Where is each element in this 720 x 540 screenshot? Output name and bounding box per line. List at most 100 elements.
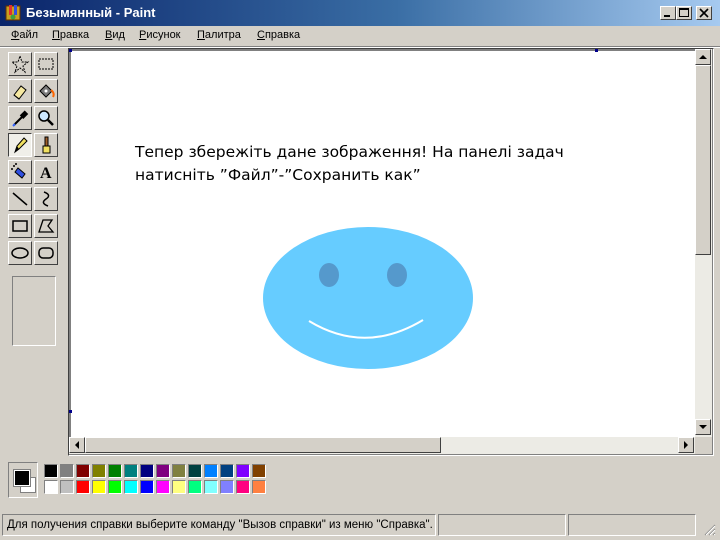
menu-view-label: ид [112,29,125,41]
menu-bar: Файл Правка Вид Рисунок Палитра Справка [0,26,720,46]
close-button[interactable] [696,6,712,20]
status-help-text: Для получения справки выберите команду "… [2,514,436,536]
menu-colors-accel: П [197,29,205,41]
resize-handle-tl [69,49,72,52]
pick-color-tool[interactable] [8,106,32,130]
menu-view[interactable]: Вид [105,29,125,41]
resize-handle-top [595,49,598,52]
canvas-text: Тепер збережіть дане зображення! На пане… [135,141,564,187]
horizontal-scroll-thumb[interactable] [85,437,441,453]
curve-tool[interactable] [34,187,58,211]
svg-text:A: A [40,165,52,182]
palette-swatch[interactable] [236,480,250,494]
palette-swatch[interactable] [140,464,154,478]
tool-options-box[interactable] [12,276,56,346]
horizontal-scrollbar[interactable] [69,437,695,454]
menu-edit[interactable]: Правка [52,29,89,41]
palette-swatch[interactable] [204,464,218,478]
magnifier-icon [38,110,54,126]
airbrush-tool[interactable] [8,160,32,184]
palette-swatch[interactable] [220,480,234,494]
palette-swatch[interactable] [188,480,202,494]
menu-image-label: исунок [146,29,181,41]
palette-swatch[interactable] [172,464,186,478]
vertical-scroll-thumb[interactable] [695,65,711,255]
text-icon: A [40,165,52,182]
palette-swatch[interactable] [156,480,170,494]
polygon-icon [38,219,55,233]
palette-swatch[interactable] [236,464,250,478]
current-colors[interactable] [8,462,38,498]
menu-image[interactable]: Рисунок [139,29,181,41]
status-bar: Для получения справки выберите команду "… [0,512,720,540]
fill-tool[interactable] [34,79,58,103]
palette-swatch[interactable] [92,480,106,494]
maximize-button[interactable] [676,6,692,20]
scroll-up-button[interactable] [695,49,711,65]
palette-swatch[interactable] [140,480,154,494]
magnifier-tool[interactable] [34,106,58,130]
ellipse-icon [11,247,29,259]
minimize-button[interactable] [660,6,676,20]
rect-select-tool[interactable] [34,52,58,76]
curve-icon [42,191,50,207]
title-bar[interactable]: Безымянный - Paint [0,0,720,26]
brush-icon [42,136,51,154]
palette-swatch[interactable] [156,464,170,478]
palette-swatch[interactable] [76,480,90,494]
polygon-tool[interactable] [34,214,58,238]
paint-bucket-icon [39,84,55,98]
palette-swatch[interactable] [44,464,58,478]
palette-swatch[interactable] [252,464,266,478]
vertical-scrollbar[interactable] [695,49,712,437]
paint-app-icon[interactable] [4,4,22,22]
menu-file[interactable]: Файл [11,29,38,41]
arrow-right-icon [684,441,688,449]
palette-swatch[interactable] [220,464,234,478]
palette-swatch[interactable] [204,480,218,494]
menu-colors-label: алитра [204,29,241,41]
palette-swatch[interactable] [108,464,122,478]
arrow-up-icon [699,55,707,59]
scroll-right-button[interactable] [678,437,694,453]
palette-swatch[interactable] [60,480,74,494]
canvas-frame: Тепер збережіть дане зображення! На пане… [68,48,714,456]
minimize-icon [664,15,670,17]
scroll-left-button[interactable] [69,437,85,453]
palette-swatch[interactable] [92,464,106,478]
palette-swatch[interactable] [124,480,138,494]
free-form-select-tool[interactable] [8,52,32,76]
close-icon [699,8,709,18]
menu-file-label: айл [19,29,39,41]
pencil-tool[interactable] [8,133,32,157]
rect-select-icon [38,58,54,70]
arrow-left-icon [75,441,79,449]
airbrush-icon [11,163,26,179]
palette-swatch[interactable] [124,464,138,478]
drawing-canvas[interactable]: Тепер збережіть дане зображення! На пане… [71,51,695,437]
smiley-left-eye [319,263,339,287]
rectangle-tool[interactable] [8,214,32,238]
text-tool[interactable]: A [34,160,58,184]
palette-swatch[interactable] [76,464,90,478]
brush-tool[interactable] [34,133,58,157]
eraser-tool[interactable] [8,79,32,103]
pencil-icon [14,137,28,154]
toolbox: A [4,50,64,402]
palette-swatch[interactable] [108,480,122,494]
palette-swatch[interactable] [44,480,58,494]
menu-help[interactable]: Справка [257,29,300,41]
palette-swatch[interactable] [60,464,74,478]
rounded-rect-tool[interactable] [34,241,58,265]
scroll-down-button[interactable] [695,419,711,435]
size-grip-icon[interactable] [702,522,716,536]
menu-colors[interactable]: Палитра [197,29,241,41]
ellipse-tool[interactable] [8,241,32,265]
line-tool[interactable] [8,187,32,211]
line-icon [12,192,28,206]
palette-swatch[interactable] [252,480,266,494]
palette-swatch[interactable] [188,464,202,478]
maximize-icon [679,8,689,17]
color-palette [8,462,308,502]
palette-swatch[interactable] [172,480,186,494]
